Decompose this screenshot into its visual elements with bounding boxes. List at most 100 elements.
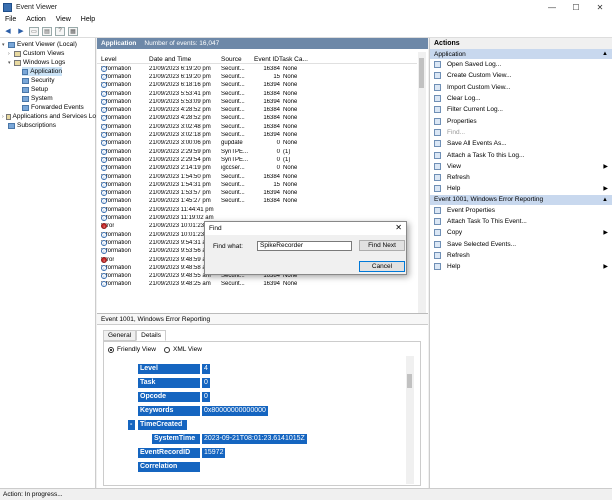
action-filter-current-log[interactable]: Filter Current Log... bbox=[430, 104, 612, 115]
cell-source: Securit... bbox=[221, 107, 245, 114]
forward-arrow-icon[interactable]: ▶ bbox=[16, 27, 26, 36]
column-task-category[interactable]: Task Ca... bbox=[279, 56, 308, 63]
field-key: EventRecordID bbox=[138, 448, 200, 458]
show-hide-tree-icon[interactable]: ▤ bbox=[42, 26, 52, 36]
table-row[interactable]: i Information 21/09/2023 1:54:50 pm Securit… bbox=[97, 172, 417, 180]
table-row[interactable]: i Information 21/09/2023 5:53:09 pm Securit… bbox=[97, 98, 417, 106]
field-keywords: Keywords 0x80000000000000 bbox=[138, 406, 268, 416]
find-what-input[interactable]: SpikeRecorder bbox=[257, 241, 352, 251]
action-copy[interactable]: Copy ▶ bbox=[430, 227, 612, 238]
tree-item-system[interactable]: System bbox=[22, 94, 53, 103]
action-pane-icon[interactable]: ▦ bbox=[68, 26, 78, 36]
tree-item-application[interactable]: Application bbox=[22, 67, 62, 76]
table-row[interactable]: i Information 21/09/2023 9:48:25 am Securit… bbox=[97, 280, 417, 288]
menu-action[interactable]: Action bbox=[21, 16, 50, 23]
friendly-view-radio[interactable]: Friendly View bbox=[108, 346, 156, 353]
help-icon[interactable]: ? bbox=[55, 26, 65, 36]
tree-item-windows-logs[interactable]: ▾ Windows Logs bbox=[8, 58, 65, 67]
column-date[interactable]: Date and Time bbox=[149, 56, 191, 63]
close-button[interactable]: ✕ bbox=[588, 0, 612, 14]
menu-view[interactable]: View bbox=[51, 16, 76, 23]
collapse-caret-icon[interactable]: ▲ bbox=[602, 197, 608, 203]
action-open-saved-log[interactable]: Open Saved Log... bbox=[430, 59, 612, 70]
tree-item-applications-services[interactable]: › Applications and Services Lo bbox=[2, 112, 96, 121]
cell-task-category: None bbox=[283, 190, 298, 197]
cell-event-id: 16384 bbox=[263, 173, 280, 180]
cell-event-id: 16384 bbox=[263, 115, 280, 122]
table-row[interactable]: i Information 21/09/2023 6:18:16 pm Securit… bbox=[97, 81, 417, 89]
details-scrollbar[interactable] bbox=[406, 356, 414, 484]
tree-item-security[interactable]: Security bbox=[22, 76, 54, 85]
actions-section-application[interactable]: Application ▲ bbox=[430, 49, 612, 59]
up-folder-icon[interactable]: ▭ bbox=[29, 26, 39, 36]
collapse-caret-icon[interactable]: ▲ bbox=[602, 51, 608, 57]
table-row[interactable]: i Information 21/09/2023 1:54:31 pm Securit… bbox=[97, 181, 417, 189]
action-clear-log[interactable]: Clear Log... bbox=[430, 93, 612, 104]
table-row[interactable]: i Information 21/09/2023 2:29:59 pm SynTPE.… bbox=[97, 148, 417, 156]
table-row[interactable]: i Information 21/09/2023 4:28:52 pm Securit… bbox=[97, 114, 417, 122]
column-level[interactable]: Level bbox=[101, 56, 117, 63]
radio-selected-icon[interactable] bbox=[108, 346, 114, 353]
menu-file[interactable]: File bbox=[0, 16, 21, 23]
action-properties[interactable]: Properties bbox=[430, 115, 612, 126]
menu-help[interactable]: Help bbox=[76, 16, 100, 23]
radio-icon[interactable] bbox=[164, 346, 170, 353]
scroll-thumb[interactable] bbox=[407, 374, 412, 388]
tab-details[interactable]: Details bbox=[136, 330, 166, 341]
table-row[interactable]: i Information 21/09/2023 11:44:41 pm bbox=[97, 206, 417, 214]
table-row[interactable]: i Information 21/09/2023 2:14:19 pm igccser… bbox=[97, 164, 417, 172]
cancel-button[interactable]: Cancel bbox=[359, 261, 405, 272]
action-view[interactable]: View ▶ bbox=[430, 161, 612, 172]
cell-date: 21/09/2023 5:53:41 pm bbox=[149, 90, 211, 97]
column-source[interactable]: Source bbox=[221, 56, 242, 63]
maximize-button[interactable]: ☐ bbox=[564, 0, 588, 14]
action-import-custom-view[interactable]: Import Custom View... bbox=[430, 82, 612, 93]
back-arrow-icon[interactable]: ◀ bbox=[3, 27, 13, 36]
table-row[interactable]: i Information 21/09/2023 4:28:52 pm Securit… bbox=[97, 106, 417, 114]
cell-level: i Information bbox=[101, 281, 131, 288]
action-find[interactable]: Find... bbox=[430, 127, 612, 138]
table-row[interactable]: i Information 21/09/2023 3:00:06 pm gupdate… bbox=[97, 139, 417, 147]
find-next-button[interactable]: Find Next bbox=[359, 240, 405, 251]
tree-item-event-viewer-local[interactable]: ▾ Event Viewer (Local) bbox=[2, 40, 77, 49]
table-row[interactable]: i Information 21/09/2023 3:02:18 pm Securit… bbox=[97, 131, 417, 139]
tree-item-custom-views[interactable]: › Custom Views bbox=[8, 49, 64, 58]
actions-section-event[interactable]: Event 1001, Windows Error Reporting ▲ bbox=[430, 194, 612, 205]
column-event-id[interactable]: Event ID bbox=[254, 56, 279, 63]
tree-item-subscriptions[interactable]: Subscriptions bbox=[8, 121, 56, 130]
table-row[interactable]: i Information 21/09/2023 2:29:54 pm SynTPE.… bbox=[97, 156, 417, 164]
xml-view-radio[interactable]: XML View bbox=[164, 346, 202, 353]
events-scrollbar[interactable] bbox=[418, 52, 426, 314]
table-row[interactable]: i Information 21/09/2023 5:53:41 pm Securit… bbox=[97, 89, 417, 97]
action-attach-a-task-to-this-log[interactable]: Attach a Task To this Log... bbox=[430, 149, 612, 160]
cell-level: i Information bbox=[101, 264, 131, 271]
scroll-thumb[interactable] bbox=[419, 58, 424, 88]
action-help[interactable]: Help ▶ bbox=[430, 183, 612, 194]
minimize-button[interactable]: — bbox=[540, 0, 564, 14]
tab-general[interactable]: General bbox=[103, 330, 137, 341]
table-row[interactable]: i Information 21/09/2023 1:45:27 pm Securit… bbox=[97, 197, 417, 205]
table-row[interactable]: i Information 21/09/2023 6:19:20 pm Securit… bbox=[97, 73, 417, 81]
action-refresh[interactable]: Refresh bbox=[430, 172, 612, 183]
log-icon bbox=[22, 86, 29, 93]
action-help[interactable]: Help ▶ bbox=[430, 261, 612, 272]
action-event-properties[interactable]: Event Properties bbox=[430, 205, 612, 216]
dialog-close-icon[interactable]: ✕ bbox=[395, 223, 402, 232]
tree-item-forwarded-events[interactable]: Forwarded Events bbox=[22, 103, 84, 112]
tree-item-setup[interactable]: Setup bbox=[22, 85, 48, 94]
information-icon: i bbox=[101, 239, 107, 246]
action-create-custom-view[interactable]: Create Custom View... bbox=[430, 70, 612, 81]
window-title: Event Viewer bbox=[16, 3, 58, 11]
table-row[interactable]: i Information 21/09/2023 3:02:48 pm Securit… bbox=[97, 123, 417, 131]
collapse-icon[interactable]: - bbox=[128, 420, 135, 430]
action-refresh[interactable]: Refresh bbox=[430, 250, 612, 261]
field-timecreated[interactable]: - TimeCreated bbox=[128, 420, 187, 430]
action-label: Save Selected Events... bbox=[447, 240, 517, 248]
action-save-all-events-as[interactable]: Save All Events As... bbox=[430, 138, 612, 149]
table-row[interactable]: i Information 21/09/2023 6:19:20 pm Securit… bbox=[97, 65, 417, 73]
action-attach-task-to-this-event[interactable]: Attach Task To This Event... bbox=[430, 216, 612, 227]
cell-source: Securit... bbox=[221, 115, 245, 122]
table-row[interactable]: i Information 21/09/2023 1:53:57 pm Securit… bbox=[97, 189, 417, 197]
action-save-selected-events[interactable]: Save Selected Events... bbox=[430, 238, 612, 249]
cell-task-category: None bbox=[283, 165, 298, 172]
